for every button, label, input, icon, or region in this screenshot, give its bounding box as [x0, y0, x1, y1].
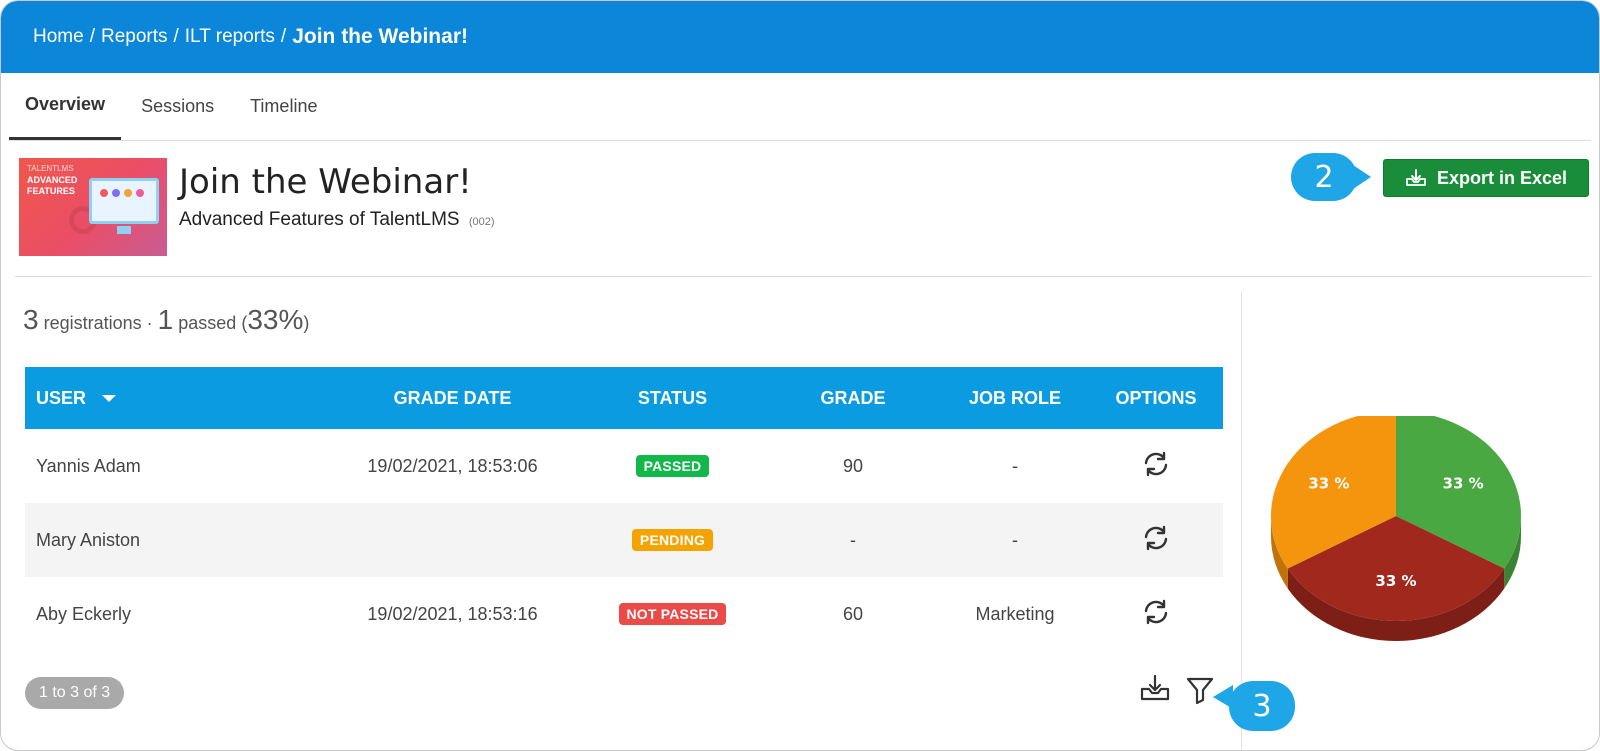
course-title: Join the Webinar! [179, 162, 472, 202]
passed-count: 1 [157, 304, 174, 335]
breadcrumb-current: Join the Webinar! [292, 25, 468, 48]
report-window: Home / Reports / ILT reports / Join the … [0, 0, 1600, 751]
status-badge: NOT PASSED [618, 603, 727, 625]
callout-2: 2 [1291, 153, 1371, 201]
thumbnail-caption: ADVANCED FEATURES [27, 175, 77, 197]
column-header-job-role[interactable]: JOB ROLE [941, 388, 1089, 409]
tab-timeline[interactable]: Timeline [234, 72, 333, 140]
breadcrumb-separator: / [280, 26, 287, 47]
thumbnail-brand: TALENTLMS [27, 164, 74, 173]
column-header-user-label: USER [36, 387, 87, 408]
breadcrumb-reports[interactable]: Reports [101, 26, 168, 48]
cell-grade: 90 [842, 455, 864, 476]
cell-user[interactable]: Yannis Adam [25, 456, 325, 477]
course-name: Advanced Features of TalentLMS [179, 209, 460, 230]
export-label: Export in Excel [1436, 167, 1568, 188]
course-subtitle: Advanced Features of TalentLMS (002) [179, 209, 495, 231]
tab-sessions[interactable]: Sessions [125, 72, 230, 140]
registrations-table: USER GRADE DATE STATUS GRADE JOB ROLE OP… [25, 367, 1223, 651]
download-tray-icon [1406, 169, 1426, 186]
cell-status: NOT PASSED [580, 603, 765, 625]
thumbnail-caption-line2: FEATURES [27, 186, 75, 196]
breadcrumb: Home / Reports / ILT reports / Join the … [1, 1, 1599, 73]
filter-icon[interactable] [1185, 675, 1215, 710]
table-row: Aby Eckerly 19/02/2021, 18:53:16 NOT PAS… [25, 577, 1223, 651]
cell-job-role: - [1012, 529, 1018, 550]
status-badge: PASSED [635, 455, 710, 477]
breadcrumb-separator: / [89, 26, 95, 47]
breadcrumb-ilt-reports[interactable]: ILT reports [185, 26, 275, 48]
table-header: USER GRADE DATE STATUS GRADE JOB ROLE OP… [25, 367, 1223, 429]
cell-options [1089, 598, 1223, 631]
pass-rate-pie-chart: 33 % 33 % 33 % [1271, 416, 1521, 641]
export-excel-button[interactable]: Export in Excel [1383, 159, 1589, 197]
table-row: Mary Aniston PENDING - - [25, 503, 1223, 577]
cell-grade-date: 19/02/2021, 18:53:06 [367, 455, 538, 476]
column-header-grade-date[interactable]: GRADE DATE [325, 388, 580, 409]
status-badge: PENDING [631, 529, 714, 551]
monitor-icon [89, 178, 159, 224]
passed-percent-wrap: (33%) [241, 304, 310, 335]
column-header-grade[interactable]: GRADE [765, 388, 941, 409]
cell-job-role: Marketing [975, 603, 1055, 624]
sort-caret-icon [102, 394, 117, 402]
cell-options [1089, 450, 1223, 483]
column-header-user[interactable]: USER [25, 388, 325, 409]
cell-status: PENDING [580, 529, 765, 551]
registrations-label: registrations [43, 313, 142, 333]
course-thumbnail: TALENTLMS ADVANCED FEATURES [19, 158, 167, 256]
table-row: Yannis Adam 19/02/2021, 18:53:06 PASSED … [25, 429, 1223, 503]
pie-slice-label: 33 % [1375, 572, 1416, 590]
cell-status: PASSED [580, 455, 765, 477]
reset-sync-icon[interactable] [1142, 450, 1170, 483]
cell-options [1089, 524, 1223, 557]
tab-overview[interactable]: Overview [9, 72, 122, 140]
pagination-info: 1 to 3 of 3 [25, 677, 125, 709]
pie-slice-label: 33 % [1308, 474, 1349, 492]
registrations-count: 3 [23, 304, 39, 335]
column-header-status[interactable]: STATUS [580, 388, 765, 409]
reset-sync-icon[interactable] [1142, 598, 1170, 631]
breadcrumb-separator: / [173, 26, 179, 47]
registration-summary: 3 registrations · 1 passed (33%) [23, 304, 309, 336]
reset-sync-icon[interactable] [1142, 524, 1170, 557]
cell-grade: - [850, 529, 856, 550]
passed-percent: 33% [247, 304, 304, 335]
thumbnail-caption-line1: ADVANCED [27, 175, 78, 185]
cell-user[interactable]: Mary Aniston [25, 530, 325, 551]
course-code: (002) [468, 216, 495, 228]
cell-job-role: - [1012, 455, 1018, 476]
summary-dot: · [146, 313, 153, 333]
cell-user[interactable]: Aby Eckerly [25, 604, 325, 625]
tab-bar: Overview Sessions Timeline [9, 73, 1591, 141]
cell-grade-date: 19/02/2021, 18:53:16 [367, 603, 538, 624]
passed-label: passed [178, 313, 237, 333]
callout-3: 3 [1213, 681, 1295, 731]
download-icon[interactable] [1139, 673, 1171, 708]
pie-slice-label: 33 % [1443, 474, 1484, 492]
breadcrumb-home[interactable]: Home [33, 26, 84, 48]
divider-vertical [1241, 291, 1242, 750]
column-header-options: OPTIONS [1115, 387, 1197, 408]
cell-grade: 60 [842, 603, 864, 624]
divider [15, 276, 1591, 277]
monitor-stand [117, 226, 131, 234]
